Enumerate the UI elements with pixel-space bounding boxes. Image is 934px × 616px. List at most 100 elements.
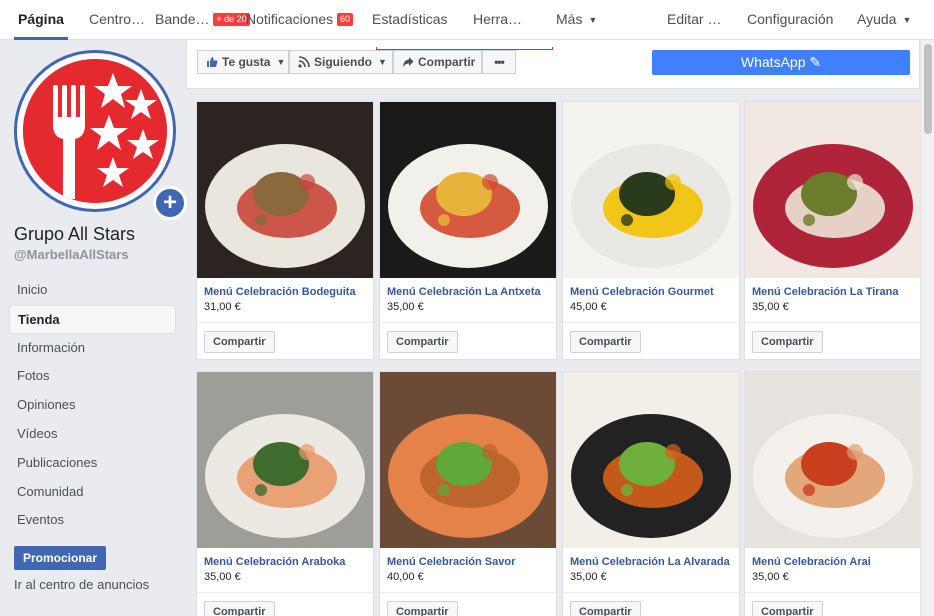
card-divider bbox=[745, 592, 921, 593]
add-photo-icon[interactable]: + bbox=[153, 186, 187, 220]
tab-label: Ayuda bbox=[857, 11, 897, 27]
tab-label: Más bbox=[556, 11, 583, 27]
decorative-outline bbox=[376, 47, 553, 50]
dish-photo-icon bbox=[745, 372, 921, 548]
product-price: 31,00 € bbox=[204, 301, 241, 313]
sidebar-item-publicaciones[interactable]: Publicaciones bbox=[9, 449, 176, 478]
page-profile-picture[interactable]: + bbox=[14, 50, 187, 220]
fork-stars-logo-icon bbox=[23, 59, 167, 203]
ads-center-link[interactable]: Ir al centro de anuncios bbox=[14, 577, 149, 592]
tab-centro[interactable]: Centro… bbox=[89, 0, 145, 40]
sidebar-item-tienda[interactable]: Tienda bbox=[9, 304, 176, 334]
product-card[interactable]: Menú Celebración La Alvarada 35,00 € Compa… bbox=[562, 371, 740, 616]
tab-mas[interactable]: Más ▼ bbox=[556, 0, 597, 40]
product-title[interactable]: Menú Celebración Gourmet bbox=[570, 286, 734, 298]
product-image[interactable] bbox=[563, 372, 739, 548]
chevron-down-icon: ▼ bbox=[378, 57, 387, 67]
sidebar-item-opiniones[interactable]: Opiniones bbox=[9, 391, 176, 420]
tab-configuracion[interactable]: Configuración bbox=[747, 0, 833, 40]
thumbs-up-icon bbox=[207, 57, 218, 67]
whatsapp-label: WhatsApp bbox=[740, 54, 806, 70]
share-product-button[interactable]: Compartir bbox=[387, 601, 458, 616]
card-divider bbox=[563, 322, 739, 323]
dish-photo-icon bbox=[197, 372, 373, 548]
page-nav-menu: Inicio Tienda Información Fotos Opinione… bbox=[9, 276, 176, 535]
sidebar-item-eventos[interactable]: Eventos bbox=[9, 506, 176, 535]
product-title[interactable]: Menú Celebración La Antxeta bbox=[387, 286, 551, 298]
sidebar-item-label: Inicio bbox=[17, 282, 48, 297]
product-price: 35,00 € bbox=[204, 571, 241, 583]
card-divider bbox=[563, 592, 739, 593]
tab-herramientas[interactable]: Herra… bbox=[473, 0, 522, 40]
product-card[interactable]: Menú Celebración Gourmet 45,00 € Compartir bbox=[562, 101, 740, 360]
product-title[interactable]: Menú Celebración Arai bbox=[752, 556, 916, 568]
product-card[interactable]: Menú Celebración Arai 35,00 € Compartir bbox=[744, 371, 922, 616]
share-product-button[interactable]: Compartir bbox=[752, 331, 823, 353]
like-label: Te gusta bbox=[222, 55, 271, 69]
share-page-button[interactable]: Compartir bbox=[393, 50, 482, 74]
share-product-button[interactable]: Compartir bbox=[752, 601, 823, 616]
product-image[interactable] bbox=[563, 102, 739, 278]
tab-label: Bande… bbox=[155, 11, 210, 27]
share-product-button[interactable]: Compartir bbox=[204, 601, 275, 616]
product-title[interactable]: Menú Celebración La Tirana bbox=[752, 286, 916, 298]
sidebar-item-comunidad[interactable]: Comunidad bbox=[9, 478, 176, 507]
product-card[interactable]: Menú Celebración Araboka 35,00 € Compartir bbox=[196, 371, 374, 616]
sidebar-item-inicio[interactable]: Inicio bbox=[9, 276, 176, 305]
chevron-down-icon: ▼ bbox=[902, 15, 912, 25]
avatar bbox=[23, 59, 167, 203]
chevron-down-icon: ▼ bbox=[276, 57, 286, 67]
tab-notificaciones[interactable]: Notificaciones 60 bbox=[246, 0, 354, 40]
like-button[interactable]: Te gusta ▼ bbox=[197, 50, 289, 74]
product-title[interactable]: Menú Celebración Bodeguita bbox=[204, 286, 368, 298]
card-divider bbox=[745, 322, 921, 323]
share-product-button[interactable]: Compartir bbox=[570, 331, 641, 353]
vertical-scrollbar[interactable] bbox=[920, 40, 934, 616]
sidebar-item-videos[interactable]: Vídeos bbox=[9, 420, 176, 449]
share-product-button[interactable]: Compartir bbox=[204, 331, 275, 353]
product-image[interactable] bbox=[380, 372, 556, 548]
product-price: 35,00 € bbox=[387, 301, 424, 313]
tab-estadisticas[interactable]: Estadísticas bbox=[372, 0, 447, 40]
product-image[interactable] bbox=[197, 102, 373, 278]
tab-label: Estadísticas bbox=[372, 11, 448, 27]
product-card[interactable]: Menú Celebración La Tirana 35,00 € Compart… bbox=[744, 101, 922, 360]
product-title[interactable]: Menú Celebración La Alvarada bbox=[570, 556, 734, 568]
ellipsis-icon: ••• bbox=[494, 55, 505, 69]
sidebar-item-label: Vídeos bbox=[17, 425, 58, 441]
sidebar-item-informacion[interactable]: Información bbox=[9, 334, 176, 363]
product-image[interactable] bbox=[197, 372, 373, 548]
product-image[interactable] bbox=[380, 102, 556, 278]
product-card[interactable]: Menú Celebración Bodeguita 31,00 € Compart… bbox=[196, 101, 374, 360]
following-button[interactable]: Siguiendo ▼ bbox=[289, 50, 393, 74]
share-label: Compartir bbox=[418, 55, 476, 69]
tab-label: Notificaciones bbox=[246, 11, 334, 27]
page-username[interactable]: @MarbellaAllStars bbox=[14, 247, 129, 262]
tab-label: Página bbox=[18, 11, 64, 27]
scrollbar-thumb[interactable] bbox=[924, 44, 932, 134]
share-product-button[interactable]: Compartir bbox=[570, 601, 641, 616]
notifications-badge: 60 bbox=[337, 13, 354, 26]
promote-button[interactable]: Promocionar bbox=[14, 546, 106, 570]
product-card[interactable]: Menú Celebración La Antxeta 35,00 € Compar… bbox=[379, 101, 557, 360]
whatsapp-button[interactable]: WhatsApp ✎ bbox=[652, 50, 910, 75]
tab-bandeja[interactable]: Bande… + de 20 bbox=[155, 0, 250, 40]
tab-ayuda[interactable]: Ayuda ▼ bbox=[857, 0, 911, 40]
card-divider bbox=[197, 592, 373, 593]
product-title[interactable]: Menú Celebración Araboka bbox=[204, 556, 368, 568]
product-image[interactable] bbox=[745, 372, 921, 548]
more-options-button[interactable]: ••• bbox=[482, 50, 516, 74]
tab-editar[interactable]: Editar … bbox=[667, 0, 721, 40]
sidebar-item-label: Publicaciones bbox=[17, 454, 98, 470]
product-title[interactable]: Menú Celebración Savor bbox=[387, 556, 551, 568]
sidebar-item-label: Opiniones bbox=[17, 397, 76, 413]
following-label: Siguiendo bbox=[314, 55, 372, 69]
page-title[interactable]: Grupo All Stars bbox=[14, 224, 135, 245]
tab-pagina[interactable]: Página bbox=[14, 0, 68, 40]
sidebar-item-fotos[interactable]: Fotos bbox=[9, 362, 176, 391]
dish-photo-icon bbox=[380, 372, 556, 548]
share-arrow-icon bbox=[403, 57, 414, 67]
share-product-button[interactable]: Compartir bbox=[387, 331, 458, 353]
product-image[interactable] bbox=[745, 102, 921, 278]
product-card[interactable]: Menú Celebración Savor 40,00 € Compartir bbox=[379, 371, 557, 616]
